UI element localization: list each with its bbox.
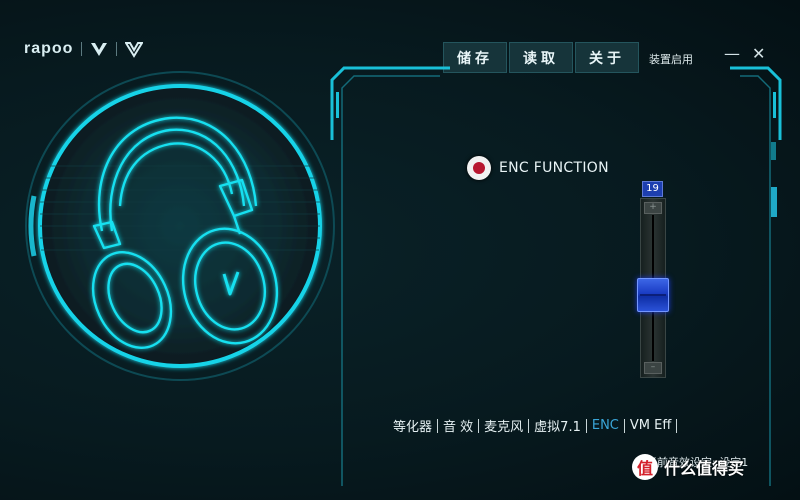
enc-function-toggle[interactable]: ENC FUNCTION bbox=[467, 156, 609, 180]
panel-scroll-indicator[interactable] bbox=[771, 187, 777, 217]
v-logo-outline-icon bbox=[125, 42, 144, 58]
watermark-text: 什么值得买 bbox=[664, 459, 745, 478]
tab-2[interactable]: 麦克风 bbox=[479, 416, 528, 435]
app-window: rapoo 储存 读取 关于 装置启用 — ✕ ENC FUNCTION 19 … bbox=[0, 0, 800, 500]
close-icon[interactable]: ✕ bbox=[752, 44, 765, 63]
v-logo-icon bbox=[91, 43, 108, 56]
watermark: 值 什么值得买 bbox=[632, 454, 744, 480]
tab-3[interactable]: 虚拟7.1 bbox=[529, 416, 586, 435]
radio-dot-icon bbox=[473, 162, 485, 174]
function-tabs: 等化器音 效麦克风 虚拟7.1 ENC VM Eff bbox=[388, 416, 678, 435]
slider-plus-icon[interactable]: + bbox=[644, 202, 662, 214]
enc-level-value: 19 bbox=[642, 181, 663, 197]
minimize-icon[interactable]: — bbox=[724, 44, 740, 63]
enc-level-slider[interactable]: + – bbox=[637, 198, 669, 378]
brand-logo: rapoo bbox=[24, 40, 144, 58]
slider-minus-icon[interactable]: – bbox=[644, 362, 662, 374]
device-enable-label[interactable]: 装置启用 bbox=[649, 51, 693, 67]
tab-0[interactable]: 等化器 bbox=[388, 416, 437, 435]
headset-display bbox=[25, 71, 335, 381]
brand-name: rapoo bbox=[24, 40, 74, 57]
tab-1[interactable]: 音 效 bbox=[438, 416, 478, 435]
tab-separator bbox=[676, 418, 678, 433]
slider-thumb[interactable] bbox=[637, 277, 669, 312]
watermark-logo: 值 bbox=[632, 454, 658, 480]
enc-radio-button[interactable] bbox=[467, 156, 491, 180]
logo-divider-2 bbox=[116, 42, 118, 56]
tab-5[interactable]: VM Eff bbox=[625, 418, 676, 433]
enc-function-label: ENC FUNCTION bbox=[499, 160, 609, 176]
logo-divider bbox=[81, 42, 83, 56]
tab-4[interactable]: ENC bbox=[587, 418, 624, 433]
